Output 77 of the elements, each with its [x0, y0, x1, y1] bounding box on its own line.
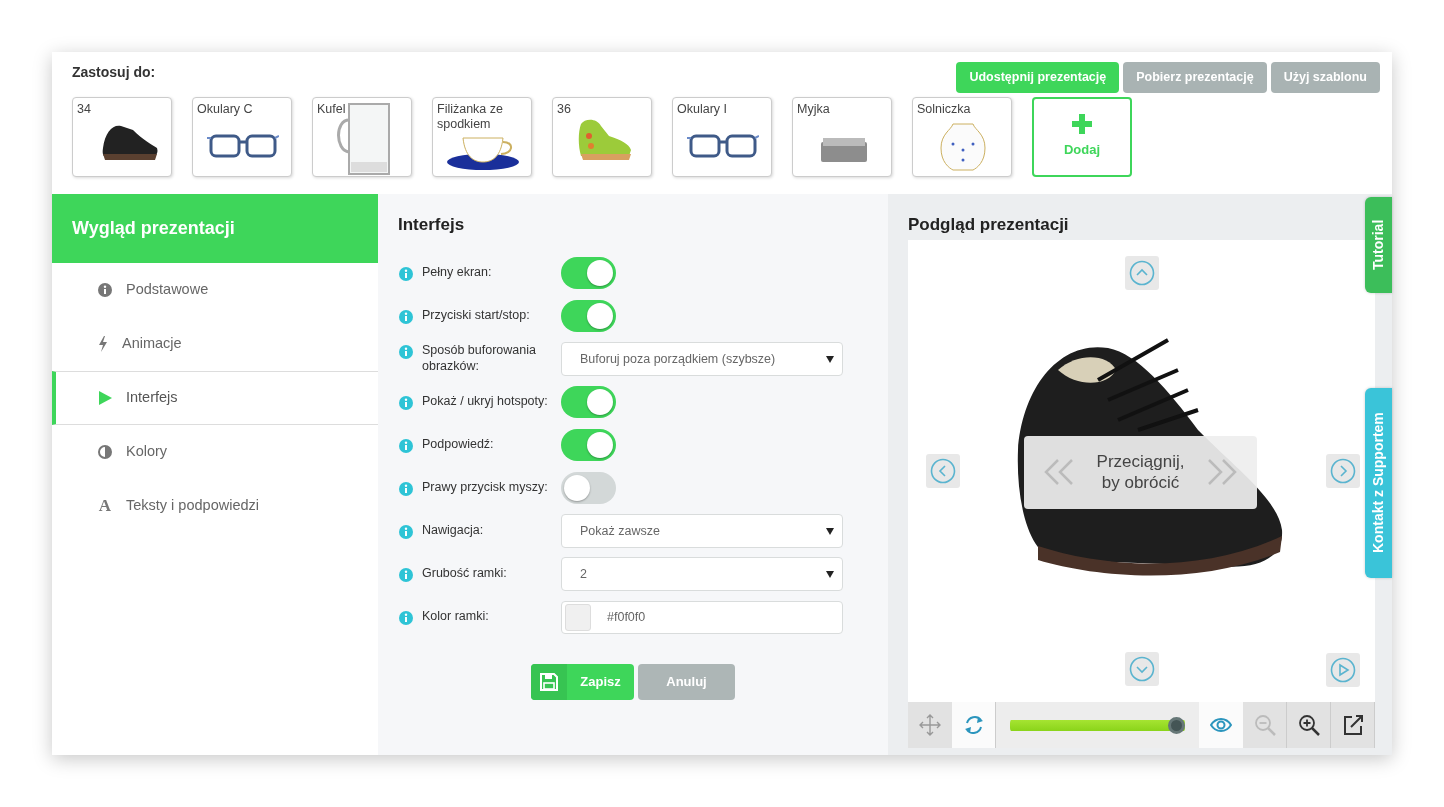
toggle-switch[interactable]: [561, 300, 616, 332]
sidebar-item[interactable]: Interfejs: [52, 371, 378, 425]
info-icon: [399, 267, 413, 282]
plus-icon: [1072, 114, 1092, 134]
toggle-switch[interactable]: [561, 386, 616, 418]
info-icon: [98, 283, 112, 297]
thumbnail-label: Solniczka: [917, 101, 971, 117]
play-icon: [98, 391, 112, 405]
setting-label: Kolor ramki:: [422, 609, 489, 624]
product-thumbnail[interactable]: Kufel: [312, 96, 412, 177]
product-thumbnail[interactable]: Filiżanka ze spodkiem: [432, 96, 532, 177]
color-field[interactable]: #f0f0f0: [561, 600, 843, 634]
toggle-switch[interactable]: [561, 257, 616, 289]
info-icon: [399, 439, 413, 454]
caret-icon: [826, 355, 834, 363]
section-title: Interfejs: [398, 214, 466, 236]
thumbnail-label: Filiżanka ze spodkiem: [437, 101, 504, 132]
caret-icon: [826, 527, 834, 535]
product-thumbnail[interactable]: Okulary I: [672, 96, 772, 177]
lightning-icon: [98, 336, 108, 352]
zoom-in-button[interactable]: [1287, 702, 1331, 748]
setting-label: Sposób buforowania obrazków:: [422, 343, 536, 373]
hint-text: Przeciągnij, by obrócić: [1095, 450, 1186, 494]
thumbnail-label: Okulary C: [197, 101, 253, 117]
info-icon: [399, 396, 413, 411]
thumbnail-label: Myjka: [797, 101, 830, 117]
play-icon: [1330, 656, 1356, 683]
play-button[interactable]: [1326, 652, 1360, 687]
apply-to-label: Zastosuj do:: [72, 63, 156, 82]
product-thumbnail[interactable]: Okulary C: [192, 96, 292, 177]
zoom-out-icon: [1253, 714, 1276, 736]
setting-label: Pokaż / ukryj hotspoty:: [422, 394, 548, 409]
eye-button[interactable]: [1199, 702, 1243, 748]
info-icon: [399, 525, 413, 540]
double-chevron-left-icon: [1044, 458, 1074, 486]
color-swatch[interactable]: [565, 603, 591, 631]
product-thumbnail[interactable]: 34: [72, 96, 172, 177]
nav-button[interactable]: [1125, 651, 1159, 686]
external-link-icon: [1341, 714, 1364, 736]
dropdown-field[interactable]: 2: [561, 557, 843, 591]
nav-button[interactable]: [1326, 453, 1360, 488]
thumbnail-label: Okulary I: [677, 101, 727, 117]
nav-button[interactable]: [926, 453, 960, 488]
setting-label: Pełny ekran:: [422, 265, 492, 280]
rotate-button[interactable]: [952, 702, 996, 748]
toggle-switch[interactable]: [561, 472, 616, 504]
info-icon: [399, 482, 413, 497]
product-thumbnail[interactable]: Myjka: [792, 96, 892, 177]
dropdown-field[interactable]: Pokaż zawsze: [561, 514, 843, 548]
nav-button[interactable]: [1125, 255, 1159, 290]
setting-label: Grubość ramki:: [422, 566, 507, 581]
preview-title: Podgląd prezentacji: [908, 214, 1070, 236]
info-icon: [399, 345, 413, 360]
slider-handle[interactable]: [1168, 716, 1185, 734]
setting-label: Nawigacja:: [422, 523, 484, 538]
font-icon: A: [98, 493, 112, 519]
sidebar-header: Wygląd prezentacji: [52, 194, 378, 263]
thumbnail-label: Kufel: [317, 101, 346, 117]
info-icon: [399, 611, 413, 626]
move-icon: [919, 714, 941, 736]
setting-label: Podpowiedź:: [422, 437, 494, 452]
info-icon: [399, 310, 413, 325]
double-chevron-right-icon: [1207, 458, 1237, 486]
thumbnail-label: 34: [77, 101, 91, 117]
setting-label: Prawy przycisk myszy:: [422, 480, 548, 495]
external-link-button[interactable]: [1331, 702, 1375, 748]
caret-icon: [826, 570, 834, 578]
product-thumbnail[interactable]: Solniczka: [912, 96, 1012, 177]
setting-label: Przyciski start/stop:: [422, 308, 530, 323]
contrast-icon: [98, 445, 112, 459]
zoom-in-icon: [1297, 714, 1320, 736]
thumbnail-label: 36: [557, 101, 571, 117]
info-icon: [399, 568, 413, 583]
toggle-switch[interactable]: [561, 429, 616, 461]
move-button[interactable]: [908, 702, 952, 748]
dropdown-field[interactable]: Buforuj poza porządkiem (szybsze): [561, 342, 843, 376]
product-thumbnail[interactable]: 36: [552, 96, 652, 177]
